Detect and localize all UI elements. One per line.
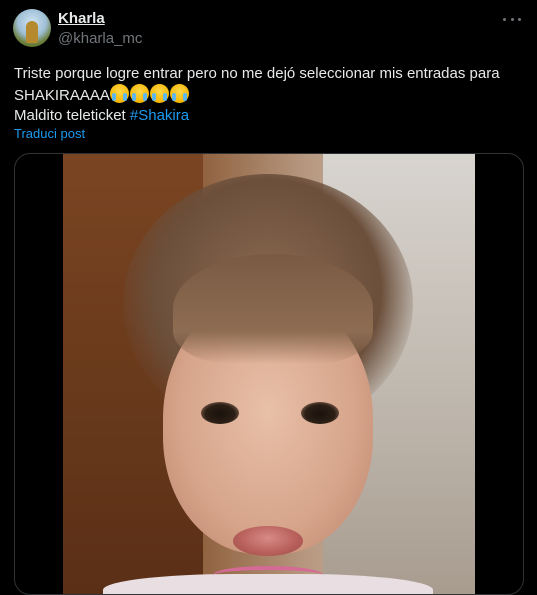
tweet-photo[interactable] (63, 154, 475, 594)
author-handle[interactable]: @kharla_mc (58, 30, 142, 47)
loudly-crying-face-icon (129, 84, 149, 103)
author-name[interactable]: Kharla (58, 10, 105, 27)
tweet-text-line-2: SHAKIRAAAA (14, 84, 524, 106)
translate-post-link[interactable]: Traduci post (14, 126, 85, 141)
tweet-text-line-3: Maldito teleticket #Shakira (14, 106, 524, 126)
hashtag-link[interactable]: #Shakira (130, 107, 189, 124)
loudly-crying-face-icon (169, 84, 189, 103)
more-options-icon[interactable] (503, 12, 521, 26)
avatar[interactable] (13, 9, 51, 47)
tweet: Kharla @kharla_mc Triste porque logre en… (0, 0, 537, 595)
tweet-text-line-1: Triste porque logre entrar pero no me de… (14, 65, 500, 82)
tweet-text: Triste porque logre entrar pero no me de… (14, 64, 524, 126)
loudly-crying-face-icon (149, 84, 169, 103)
loudly-crying-face-icon (109, 84, 129, 103)
tweet-text-line-3-prefix: Maldito teleticket (14, 107, 126, 124)
media-container[interactable] (14, 153, 524, 595)
tweet-text-line-2-text: SHAKIRAAAA (14, 87, 110, 104)
